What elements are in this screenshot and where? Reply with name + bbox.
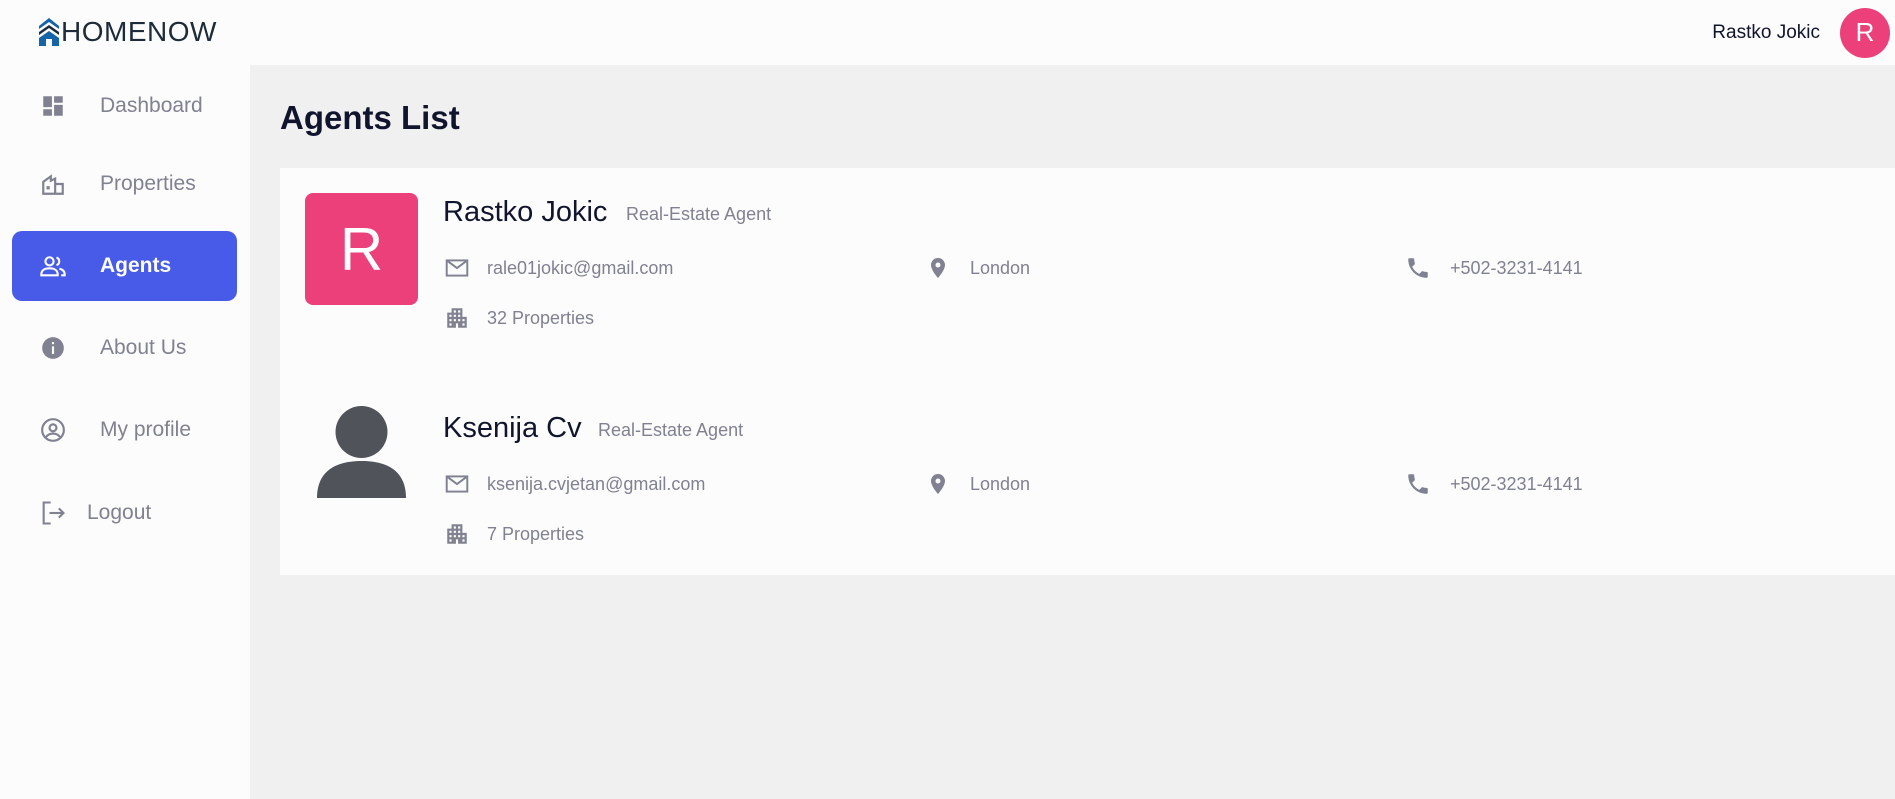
agent-phone: +502-3231-4141 (1404, 470, 1583, 498)
agent-email-text: rale01jokic@gmail.com (487, 257, 674, 278)
agent-avatar (305, 398, 418, 510)
dashboard-icon (38, 91, 68, 121)
agent-avatar: R (305, 193, 418, 305)
phone-icon (1404, 470, 1432, 498)
sidebar-item-label: Logout (87, 501, 152, 524)
sidebar: Dashboard Properties Agents About Us My … (0, 65, 250, 799)
apartment-icon (443, 304, 471, 332)
people-icon (38, 251, 68, 281)
agent-email-text: ksenija.cvjetan@gmail.com (487, 473, 706, 494)
agent-card[interactable]: Ksenija Cv Real-Estate Agent ksenija.cvj… (280, 384, 1895, 574)
sidebar-item-dashboard[interactable]: Dashboard (12, 71, 237, 141)
sidebar-item-label: My profile (100, 418, 192, 441)
info-icon (38, 333, 68, 363)
agent-location: London (924, 254, 1030, 282)
agent-properties-text: 7 Properties (487, 523, 585, 544)
agent-email: ksenija.cvjetan@gmail.com (443, 470, 705, 498)
user-name: Rastko Jokic (1712, 21, 1820, 43)
sidebar-item-properties[interactable]: Properties (12, 149, 237, 219)
apartment-icon (443, 520, 471, 548)
agent-name: Ksenija Cv (443, 412, 582, 444)
agent-phone-text: +502-3231-4141 (1450, 257, 1583, 278)
avatar[interactable]: R (1840, 7, 1890, 58)
agent-card[interactable]: R Rastko Jokic Real-Estate Agent rale01j… (280, 168, 1895, 358)
agent-location: London (924, 470, 1030, 498)
user-menu[interactable]: Rastko Jokic R (1712, 7, 1890, 58)
sidebar-item-my-profile[interactable]: My profile (12, 395, 237, 465)
sidebar-item-label: About Us (100, 336, 187, 359)
agents-list: R Rastko Jokic Real-Estate Agent rale01j… (280, 168, 1895, 575)
agent-name: Rastko Jokic (443, 196, 608, 228)
brand-logo[interactable]: HOMENOW (38, 16, 217, 48)
mail-icon (443, 470, 471, 498)
sidebar-item-about-us[interactable]: About Us (12, 313, 237, 383)
building-logo-icon (39, 17, 59, 46)
agent-avatar-letter: R (339, 215, 384, 283)
logout-icon (38, 498, 68, 528)
page-title: Agents List (280, 99, 460, 136)
sidebar-item-label: Dashboard (100, 94, 203, 117)
mail-icon (443, 254, 471, 282)
main-content: Agents List R Rastko Jokic Real-Estate A… (250, 65, 1895, 799)
agent-location-text: London (970, 473, 1031, 494)
agent-role: Real-Estate Agent (626, 204, 772, 224)
villa-icon (38, 169, 68, 199)
agent-properties: 7 Properties (443, 520, 584, 548)
sidebar-item-label: Agents (100, 254, 172, 277)
avatar-letter: R (1855, 17, 1875, 47)
sidebar-item-agents[interactable]: Agents (12, 231, 237, 301)
agent-email: rale01jokic@gmail.com (443, 254, 673, 282)
agent-location-text: London (970, 257, 1031, 278)
top-header: HOMENOW Rastko Jokic R (0, 0, 1895, 65)
agent-role: Real-Estate Agent (598, 420, 744, 440)
agent-phone-text: +502-3231-4141 (1450, 473, 1583, 494)
account-circle-icon (38, 415, 68, 445)
brand-name: HOMENOW (61, 15, 217, 47)
phone-icon (1404, 254, 1432, 282)
agent-properties-text: 32 Properties (487, 307, 595, 328)
sidebar-item-logout[interactable]: Logout (12, 478, 237, 548)
location-pin-icon (924, 470, 952, 498)
sidebar-item-label: Properties (100, 172, 196, 195)
location-pin-icon (924, 254, 952, 282)
person-silhouette-icon (317, 406, 406, 498)
agent-properties: 32 Properties (443, 304, 594, 332)
agent-phone: +502-3231-4141 (1404, 254, 1583, 282)
